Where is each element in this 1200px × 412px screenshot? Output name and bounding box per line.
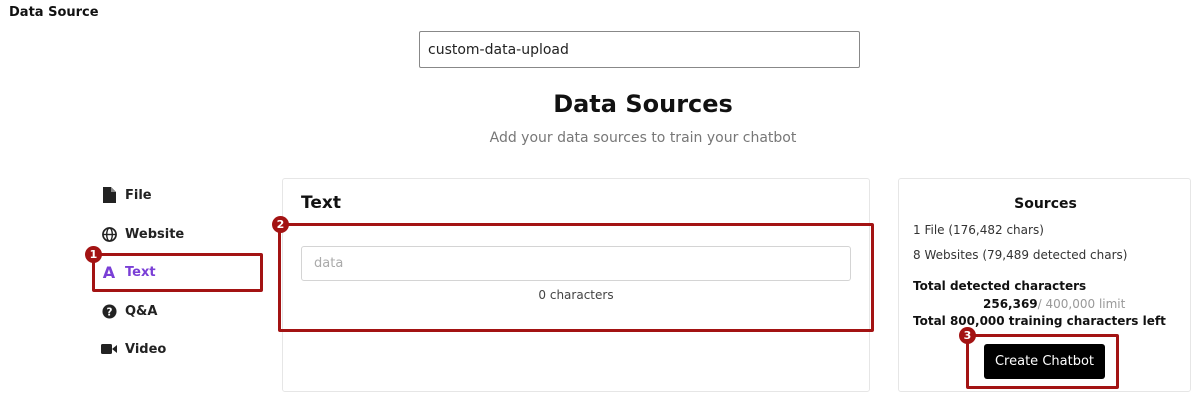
detected-limit: / 400,000 limit bbox=[1037, 297, 1126, 311]
text-data-input[interactable] bbox=[301, 246, 851, 281]
sidebar-item-text[interactable]: A Text bbox=[101, 260, 156, 284]
annotation-badge-3: 3 bbox=[959, 327, 976, 344]
video-icon bbox=[101, 341, 117, 357]
sources-title: Sources bbox=[1014, 196, 1077, 212]
sidebar-item-label: Video bbox=[125, 341, 167, 357]
sidebar-item-file[interactable]: File bbox=[101, 183, 152, 207]
page-subtitle: Add your data sources to train your chat… bbox=[489, 130, 797, 146]
websites-summary: 8 Websites (79,489 detected chars) bbox=[913, 248, 1128, 262]
sidebar-item-video[interactable]: Video bbox=[101, 337, 166, 361]
annotation-badge-2: 2 bbox=[272, 216, 289, 233]
detected-count: 256,369 bbox=[983, 297, 1038, 311]
annotation-badge-1: 1 bbox=[85, 246, 102, 263]
files-summary: 1 File (176,482 chars) bbox=[913, 223, 1044, 237]
sidebar-item-label: File bbox=[125, 187, 152, 203]
sidebar-item-website[interactable]: Website bbox=[101, 222, 184, 246]
sidebar-item-qa[interactable]: ? Q&A bbox=[101, 299, 157, 323]
total-detected-label: Total detected characters bbox=[913, 279, 1087, 293]
detected-characters: 256,369/ 400,000 limit bbox=[983, 297, 1125, 311]
chatbot-name-input[interactable] bbox=[419, 31, 860, 68]
file-icon bbox=[101, 187, 117, 203]
svg-text:?: ? bbox=[106, 306, 112, 318]
create-chatbot-button[interactable]: Create Chatbot bbox=[984, 344, 1105, 379]
sidebar-item-label: Website bbox=[125, 226, 185, 242]
question-icon: ? bbox=[101, 303, 117, 319]
globe-icon bbox=[101, 226, 117, 242]
sidebar-item-label: Q&A bbox=[125, 303, 158, 319]
training-characters-left: Total 800,000 training characters left bbox=[913, 314, 1166, 328]
page-title: Data Sources bbox=[553, 90, 733, 118]
text-icon: A bbox=[102, 262, 116, 282]
text-panel-title: Text bbox=[301, 193, 341, 213]
page-label: Data Source bbox=[9, 5, 99, 20]
sidebar-item-label: Text bbox=[125, 264, 156, 280]
character-count: 0 characters bbox=[538, 288, 614, 302]
text-panel: Text bbox=[282, 178, 870, 392]
